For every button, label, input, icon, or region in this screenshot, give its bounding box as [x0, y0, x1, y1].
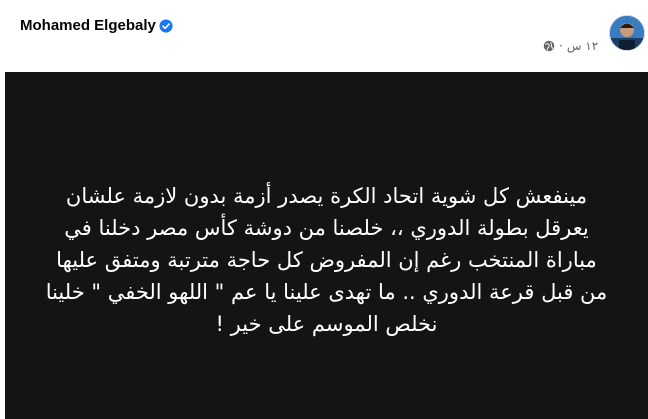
post-text-card: مينفعش كل شوية اتحاد الكرة يصدر أزمة بدو…	[5, 72, 648, 419]
verified-badge-icon	[159, 19, 173, 33]
post-text-line: من قبل قرعة الدوري .. ما تهدى علينا يا ع…	[45, 280, 608, 304]
post-timestamp[interactable]: ١٢ س	[567, 39, 598, 53]
post-text-line: مباراة المنتخب رغم إن المفروض كل حاجة مت…	[56, 248, 597, 272]
post-text-line: يعرقل بطولة الدوري ،، خلصنا من دوشة كأس …	[64, 216, 589, 240]
post-header: Mohamed Elgebaly · ١٢ س	[0, 0, 648, 70]
globe-icon	[543, 40, 555, 52]
meta-separator: ·	[559, 39, 563, 53]
post-text: مينفعش كل شوية اتحاد الكرة يصدر أزمة بدو…	[5, 180, 648, 340]
author-name[interactable]: Mohamed Elgebaly	[20, 17, 156, 34]
post-text-line: نخلص الموسم على خير !	[215, 312, 438, 336]
post-text-line: مينفعش كل شوية اتحاد الكرة يصدر أزمة بدو…	[65, 184, 588, 208]
author-avatar[interactable]	[609, 15, 645, 51]
post-meta: · ١٢ س	[543, 38, 598, 54]
